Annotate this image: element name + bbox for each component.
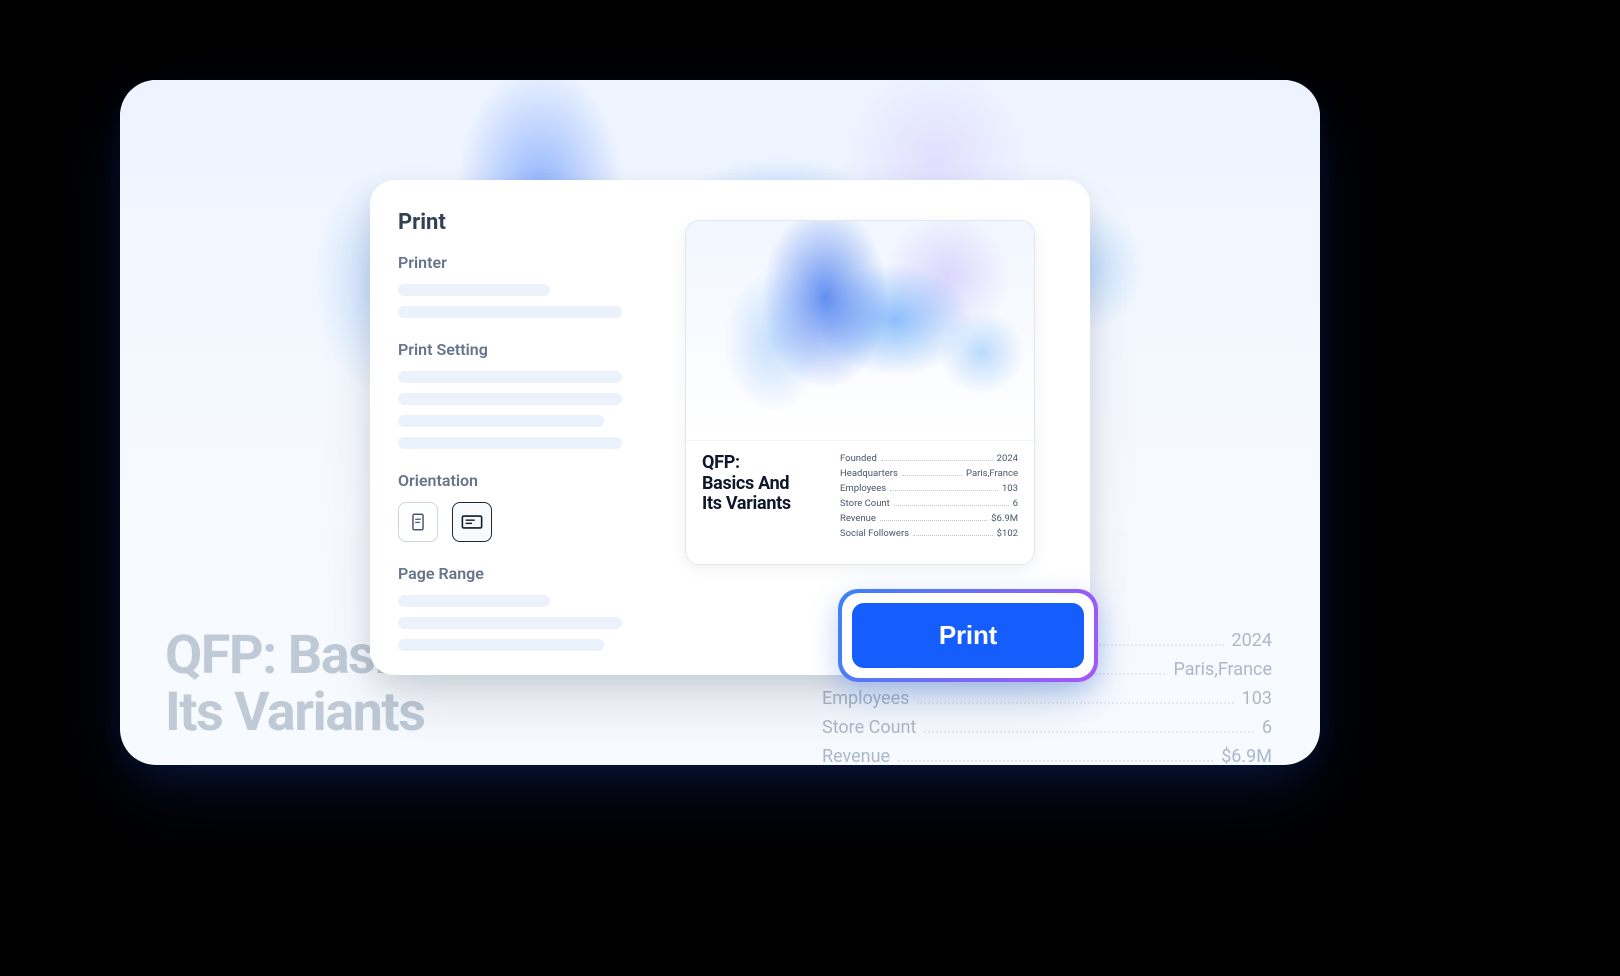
print-setting-section: Print Setting (398, 340, 622, 449)
stat-row: Employees 103 (822, 688, 1272, 709)
preview-title: QFP: Basics And QFP:Basics AndIts Varian… (702, 453, 822, 550)
skeleton-row (398, 371, 622, 383)
dialog-title: Print (398, 210, 622, 235)
skeleton-row (398, 306, 622, 318)
printer-section: Printer (398, 253, 622, 318)
stat-label: Revenue (822, 746, 890, 765)
print-button[interactable]: Print (852, 603, 1084, 668)
stat-value: 103 (1242, 688, 1272, 709)
stat-row: Store Count 6 (822, 717, 1272, 738)
skeleton-row (398, 617, 622, 629)
landscape-orientation-icon (459, 511, 485, 533)
print-options-panel: Print Printer Print Setting Orientation (370, 180, 650, 675)
skeleton-row (398, 393, 622, 405)
orientation-portrait-button[interactable] (398, 502, 438, 542)
preview-hero-image (686, 221, 1034, 441)
orientation-landscape-button[interactable] (452, 502, 492, 542)
skeleton-row (398, 284, 550, 296)
stat-value: 6 (1262, 717, 1272, 738)
orientation-section: Orientation (398, 471, 622, 542)
portrait-orientation-icon (407, 511, 429, 533)
stat-label: Employees (822, 688, 909, 709)
print-setting-label: Print Setting (398, 340, 622, 359)
page-range-label: Page Range (398, 564, 622, 583)
skeleton-row (398, 437, 622, 449)
stat-label: Store Count (822, 717, 916, 738)
print-preview-page: QFP: Basics And QFP:Basics AndIts Varian… (685, 220, 1035, 565)
printer-label: Printer (398, 253, 622, 272)
page-title-line2: Its Variants (165, 681, 424, 744)
document-card: QFP: Basics And Its Variants Founded 202… (120, 80, 1320, 765)
skeleton-row (398, 415, 604, 427)
orientation-label: Orientation (398, 471, 622, 490)
stat-row: Revenue $6.9M (822, 746, 1272, 765)
stat-value: 2024 (1232, 630, 1272, 651)
skeleton-row (398, 639, 604, 651)
stat-value: $6.9M (1221, 746, 1272, 765)
preview-stats: Founded2024 HeadquartersParis,France Emp… (840, 453, 1018, 550)
stat-value: Paris,France (1173, 659, 1272, 680)
print-button-highlight: Print (838, 589, 1098, 682)
skeleton-row (398, 595, 550, 607)
page-range-section: Page Range (398, 564, 622, 651)
